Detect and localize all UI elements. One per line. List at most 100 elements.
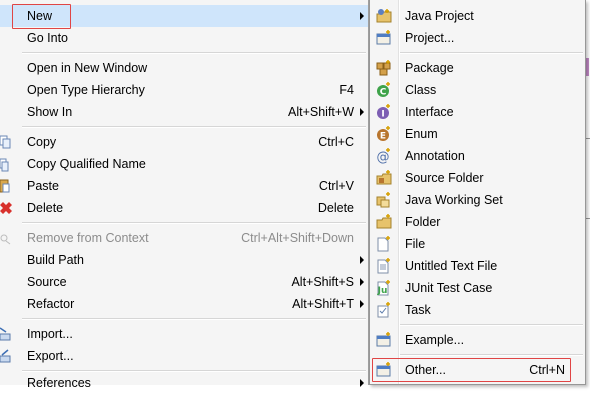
submenu-item-label: Untitled Text File (405, 259, 498, 273)
menu-item-copy-qualified-name[interactable]: Copy Qualified Name (0, 153, 368, 175)
submenu-item-project[interactable]: Project... (370, 27, 585, 49)
menu-item-label: References (27, 376, 91, 390)
remove-context-icon (0, 234, 11, 245)
submenu-arrow-icon (360, 108, 364, 116)
submenu-item-label: Java Project (405, 9, 474, 23)
menu-separator (22, 126, 366, 128)
menu-separator (22, 52, 366, 54)
menu-item-open-in-new-window[interactable]: Open in New Window (0, 57, 368, 79)
folder-icon (376, 214, 392, 229)
menu-item-shortcut: Ctrl+Alt+Shift+Down (241, 231, 354, 245)
submenu-arrow-icon (360, 12, 364, 20)
menu-item-shortcut: Delete (317, 201, 354, 215)
submenu-arrow-icon (360, 278, 364, 286)
menu-item-shortcut: Alt+Shift+T (292, 297, 354, 311)
menu-item-shortcut: F4 (339, 83, 354, 97)
editor-divider (586, 218, 590, 219)
submenu-item-label: Java Working Set (405, 193, 503, 207)
menu-item-import[interactable]: Import... (0, 323, 368, 345)
svg-text:C: C (380, 88, 387, 98)
junit-icon: Ju (377, 280, 390, 296)
menu-item-label: Import... (27, 327, 73, 341)
submenu-item-label: Source Folder (405, 171, 484, 185)
submenu-item-example[interactable]: Example... (370, 329, 585, 351)
menu-item-refactor[interactable]: Refactor Alt+Shift+T (0, 293, 368, 315)
task-icon (377, 302, 390, 318)
menu-item-paste[interactable]: Paste Ctrl+V (0, 175, 368, 197)
submenu-item-label: Package (405, 61, 454, 75)
svg-text:Ju: Ju (377, 286, 388, 296)
svg-text:E: E (380, 132, 386, 142)
submenu-item-file[interactable]: File (370, 233, 585, 255)
submenu-item-junit-test-case[interactable]: Ju JUnit Test Case (370, 277, 585, 299)
submenu-item-label: File (405, 237, 426, 251)
svg-text:@: @ (377, 150, 390, 164)
copy-icon (0, 135, 11, 149)
menu-item-delete[interactable]: Delete Delete (0, 197, 368, 219)
menu-item-open-type-hierarchy[interactable]: Open Type Hierarchy F4 (0, 79, 368, 101)
file-icon (377, 236, 390, 252)
submenu-item-package[interactable]: Package (370, 57, 585, 79)
menu-item-copy[interactable]: Copy Ctrl+C (0, 131, 368, 153)
paste-icon (0, 179, 10, 193)
submenu-item-label: Enum (405, 127, 438, 141)
menu-separator (22, 318, 366, 320)
enum-icon: E (377, 126, 390, 142)
source-folder-icon (376, 170, 392, 185)
submenu-item-annotation[interactable]: @ Annotation (370, 145, 585, 167)
submenu-arrow-icon (360, 300, 364, 308)
submenu-item-label: Interface (405, 105, 454, 119)
menu-item-source[interactable]: Source Alt+Shift+S (0, 271, 368, 293)
submenu-item-task[interactable]: Task (370, 299, 585, 321)
menu-separator (400, 324, 583, 326)
submenu-item-untitled-text-file[interactable]: Untitled Text File (370, 255, 585, 277)
menu-item-shortcut: Alt+Shift+S (291, 275, 354, 289)
delete-icon (0, 202, 12, 214)
menu-item-shortcut: Ctrl+V (318, 179, 354, 193)
menu-item-label: Go Into (27, 31, 68, 45)
submenu-item-java-project[interactable]: Java Project (370, 5, 585, 27)
menu-item-label: Paste (27, 179, 59, 193)
context-menu: New Go Into Open in New Window Open Type… (0, 0, 369, 390)
menu-item-remove-from-context[interactable]: Remove from Context Ctrl+Alt+Shift+Down (0, 227, 368, 249)
menu-item-label: Open in New Window (27, 61, 148, 75)
submenu-item-class[interactable]: C Class (370, 79, 585, 101)
java-project-icon (376, 9, 392, 23)
example-icon (376, 332, 391, 347)
menu-item-label: Export... (27, 349, 74, 363)
annotation-outline-other (372, 358, 571, 382)
submenu-item-label: Example... (405, 333, 465, 347)
package-icon (376, 60, 391, 76)
editor-text-fragment (586, 58, 589, 76)
submenu-item-label: Folder (405, 215, 441, 229)
submenu-arrow-icon (360, 256, 364, 264)
menu-separator (22, 222, 366, 224)
submenu-item-interface[interactable]: I Interface (370, 101, 585, 123)
menu-item-label: Show In (27, 105, 73, 119)
new-submenu: Java Project Project... Package C Class … (369, 0, 586, 385)
menu-item-show-in[interactable]: Show In Alt+Shift+W (0, 101, 368, 123)
menu-item-label: Copy Qualified Name (27, 157, 146, 171)
project-icon (376, 30, 391, 45)
menu-item-label: Open Type Hierarchy (27, 83, 145, 97)
menu-item-export[interactable]: Export... (0, 345, 368, 367)
menu-item-label: Copy (27, 135, 57, 149)
menu-item-label: Remove from Context (27, 231, 149, 245)
submenu-item-java-working-set[interactable]: Java Working Set (370, 189, 585, 211)
annotation-icon: @ (377, 148, 390, 164)
menu-item-go-into[interactable]: Go Into (0, 27, 368, 49)
interface-icon: I (377, 104, 390, 120)
menu-item-build-path[interactable]: Build Path (0, 249, 368, 271)
submenu-item-label: Project... (405, 31, 455, 45)
export-icon (0, 349, 11, 363)
menu-item-label: Delete (27, 201, 64, 215)
svg-text:I: I (381, 110, 384, 120)
submenu-item-enum[interactable]: E Enum (370, 123, 585, 145)
menu-item-references[interactable]: References (0, 372, 368, 394)
submenu-item-source-folder[interactable]: Source Folder (370, 167, 585, 189)
submenu-item-folder[interactable]: Folder (370, 211, 585, 233)
menu-separator (400, 52, 583, 54)
text-file-icon (377, 258, 390, 274)
submenu-arrow-icon (360, 379, 364, 387)
submenu-item-label: Task (405, 303, 431, 317)
